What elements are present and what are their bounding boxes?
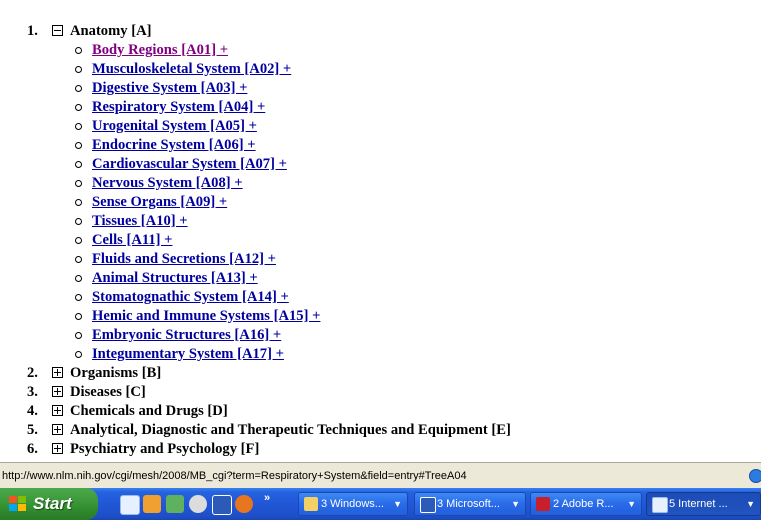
- subtree-link[interactable]: Tissues [A10] +: [92, 212, 188, 231]
- bullet-icon: [75, 313, 82, 320]
- word-icon[interactable]: [212, 495, 232, 515]
- bullet-icon: [75, 66, 82, 73]
- subtree-link[interactable]: Digestive System [A03] +: [92, 79, 247, 98]
- bullet-icon: [75, 332, 82, 339]
- bullet-icon: [75, 104, 82, 111]
- item-number: 2.: [27, 365, 38, 381]
- tree-item-label: Diseases [C]: [70, 384, 146, 400]
- tree-item-label: Anatomy [A]: [70, 23, 152, 39]
- task-adobe-reader[interactable]: 2 Adobe R... ▼: [530, 492, 642, 516]
- bullet-icon: [75, 351, 82, 358]
- item-number: 3.: [27, 384, 38, 400]
- tree-item-label: Organisms [B]: [70, 365, 162, 381]
- messenger-icon[interactable]: [166, 495, 184, 513]
- expand-icon[interactable]: [52, 367, 63, 378]
- task-label: 5 Internet ...: [669, 498, 728, 510]
- browser-content: 1. Anatomy [A] Body Regions [A01] + Muscu…: [0, 0, 761, 462]
- tree-item-label: Psychiatry and Psychology [F]: [70, 441, 260, 457]
- subtree-link[interactable]: Body Regions [A01] +: [92, 41, 228, 60]
- subtree-link[interactable]: Integumentary System [A17] +: [92, 345, 284, 364]
- subtree-link[interactable]: Nervous System [A08] +: [92, 174, 243, 193]
- status-bar: http://www.nlm.nih.gov/cgi/mesh/2008/MB_…: [0, 462, 761, 488]
- task-windows-explorer[interactable]: 3 Windows... ▼: [298, 492, 408, 516]
- windows-logo-icon: [9, 496, 27, 512]
- task-label: 3 Microsoft...: [437, 498, 500, 510]
- subtree-link[interactable]: Musculoskeletal System [A02] +: [92, 60, 291, 79]
- start-label: Start: [33, 494, 72, 513]
- subtree-link[interactable]: Cardiovascular System [A07] +: [92, 155, 287, 174]
- item-number: 5.: [27, 422, 38, 438]
- bullet-icon: [75, 294, 82, 301]
- bullet-icon: [75, 85, 82, 92]
- subtree-link[interactable]: Urogenital System [A05] +: [92, 117, 257, 136]
- expand-icon[interactable]: [52, 405, 63, 416]
- firefox-icon[interactable]: [235, 495, 253, 513]
- bullet-icon: [75, 199, 82, 206]
- collapse-icon[interactable]: [52, 25, 63, 36]
- expand-icon[interactable]: [52, 443, 63, 454]
- task-internet-explorer[interactable]: 5 Internet ... ▼: [646, 492, 761, 516]
- tree-item-label: Chemicals and Drugs [D]: [70, 403, 228, 419]
- subtree-link[interactable]: Sense Organs [A09] +: [92, 193, 227, 212]
- taskbar: Start » 3 Windows... ▼ 3 Microsoft... ▼ …: [0, 488, 761, 520]
- item-number: 1.: [27, 23, 38, 39]
- bullet-icon: [75, 256, 82, 263]
- subtree-link[interactable]: Respiratory System [A04] +: [92, 98, 265, 117]
- bullet-icon: [75, 142, 82, 149]
- bullet-icon: [75, 275, 82, 282]
- acrobat-icon: [536, 497, 550, 511]
- ie-icon[interactable]: [120, 495, 140, 515]
- bullet-icon: [75, 47, 82, 54]
- task-label: 2 Adobe R...: [553, 498, 614, 510]
- subtree-link[interactable]: Fluids and Secretions [A12] +: [92, 250, 276, 269]
- bullet-icon: [75, 237, 82, 244]
- tree-item-label: Analytical, Diagnostic and Therapeutic T…: [70, 422, 511, 438]
- status-url: http://www.nlm.nih.gov/cgi/mesh/2008/MB_…: [2, 470, 467, 482]
- player-icon[interactable]: [189, 495, 207, 513]
- word-icon: [420, 497, 436, 513]
- expand-icon[interactable]: [52, 386, 63, 397]
- task-microsoft-word[interactable]: 3 Microsoft... ▼: [414, 492, 526, 516]
- subtree-link[interactable]: Endocrine System [A06] +: [92, 136, 256, 155]
- chevron-down-icon: ▼: [746, 499, 755, 509]
- folder-icon: [304, 497, 318, 511]
- chevron-down-icon: ▼: [511, 499, 520, 509]
- chevron-down-icon: ▼: [393, 499, 402, 509]
- subtree-link[interactable]: Animal Structures [A13] +: [92, 269, 258, 288]
- item-number: 6.: [27, 441, 38, 457]
- start-button[interactable]: Start: [0, 488, 98, 520]
- quick-launch-chevron[interactable]: »: [264, 492, 270, 504]
- bullet-icon: [75, 123, 82, 130]
- expand-icon[interactable]: [52, 424, 63, 435]
- ie-icon: [652, 497, 668, 513]
- item-number: 4.: [27, 403, 38, 419]
- bullet-icon: [75, 161, 82, 168]
- bullet-icon: [75, 218, 82, 225]
- subtree-link[interactable]: Embryonic Structures [A16] +: [92, 326, 281, 345]
- internet-zone-icon: [749, 469, 761, 483]
- task-label: 3 Windows...: [321, 498, 384, 510]
- bullet-icon: [75, 180, 82, 187]
- subtree-link[interactable]: Stomatognathic System [A14] +: [92, 288, 289, 307]
- chevron-down-icon: ▼: [627, 499, 636, 509]
- subtree-link[interactable]: Hemic and Immune Systems [A15] +: [92, 307, 320, 326]
- media-icon[interactable]: [143, 495, 161, 513]
- subtree-link[interactable]: Cells [A11] +: [92, 231, 172, 250]
